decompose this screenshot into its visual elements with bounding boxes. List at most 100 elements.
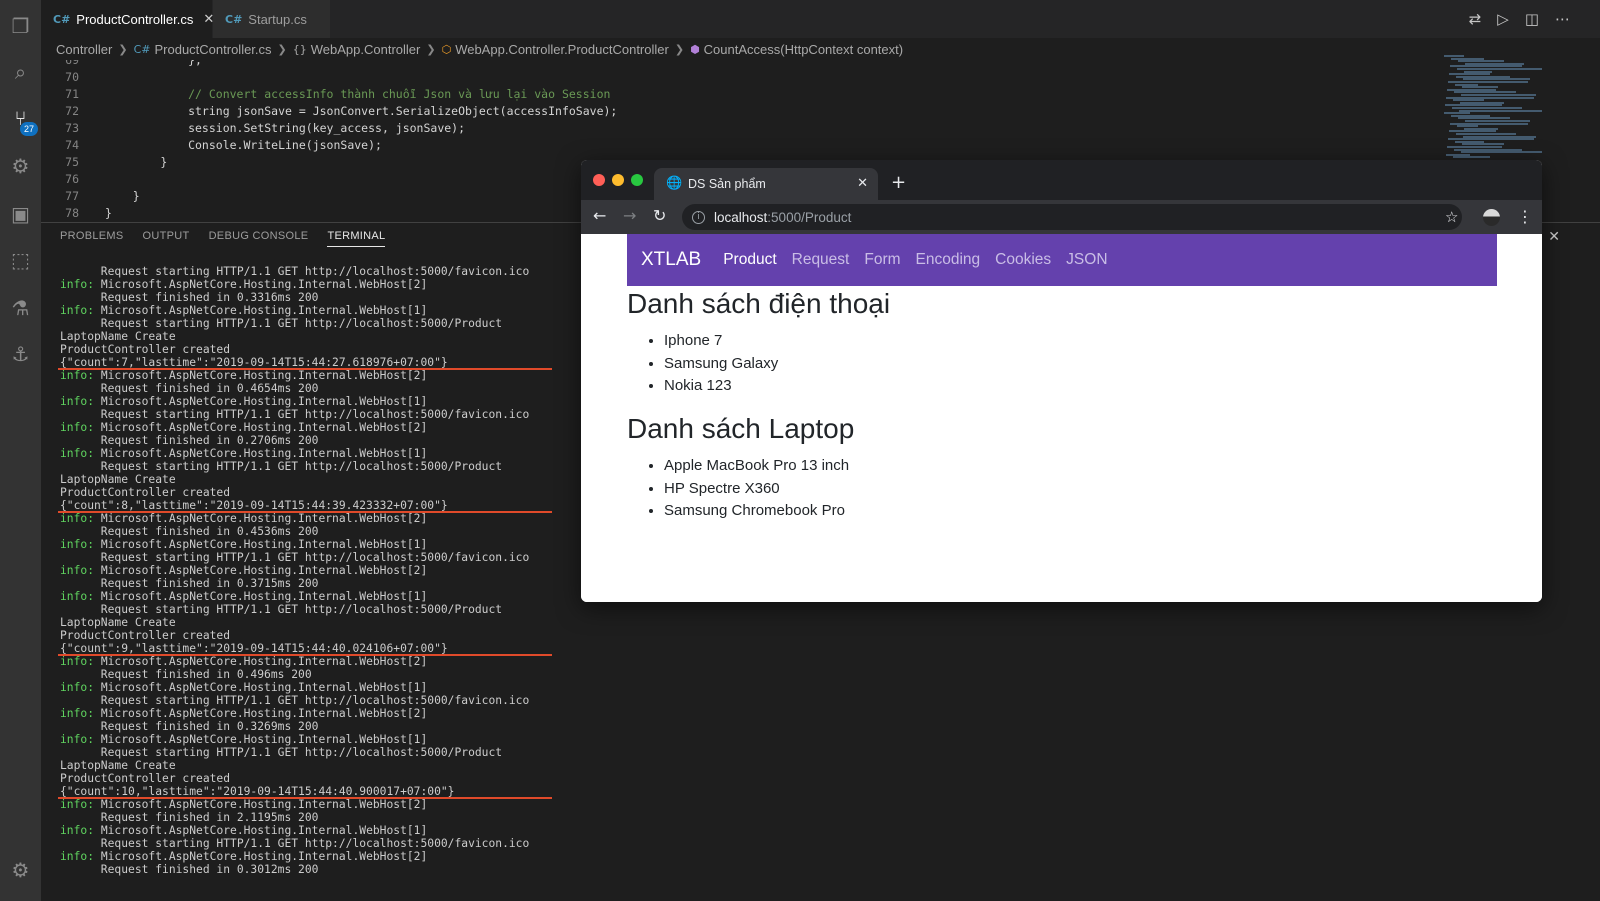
close-panel-icon[interactable]: ✕ bbox=[1548, 229, 1560, 245]
more-actions-icon[interactable]: ⋯ bbox=[1555, 10, 1570, 28]
terminal-text: Microsoft.AspNetCore.Hosting.Internal.We… bbox=[94, 655, 428, 668]
code-text: // Convert accessInfo thành chuỗi Json v… bbox=[105, 87, 611, 101]
maximize-window-button[interactable] bbox=[631, 174, 643, 186]
breadcrumb: Controller ❯ C# ProductController.cs ❯ {… bbox=[41, 38, 1441, 60]
log-level-label: info: bbox=[60, 798, 95, 811]
terminal-json-line: {"count":8,"lasttime":"2019-09-14T15:44:… bbox=[58, 499, 580, 513]
screen: ❐ ⌕ ⑂ 27 ⚙ ▣ ⬚ ⚗ ⚓ ⚙ C# ProductController… bbox=[0, 0, 1600, 901]
docker-icon[interactable]: ⚓ bbox=[0, 334, 41, 374]
tab-output[interactable]: OUTPUT bbox=[143, 230, 190, 247]
terminal-text: {"count":10,"lasttime":"2019-09-14T15:44… bbox=[60, 785, 455, 798]
settings-gear-icon[interactable]: ⚙ bbox=[0, 850, 41, 890]
log-level-label: info: bbox=[60, 395, 95, 408]
terminal-line: Request starting HTTP/1.1 GET http://loc… bbox=[60, 408, 580, 421]
method-icon: ⬢ bbox=[690, 42, 700, 56]
terminal-line: Request finished in 2.1195ms 200 bbox=[60, 811, 580, 824]
nav-link-cookies[interactable]: Cookies bbox=[995, 251, 1051, 269]
chevron-right-icon: ❯ bbox=[118, 42, 128, 56]
terminal-line: Request finished in 0.496ms 200 bbox=[60, 668, 580, 681]
minimap[interactable] bbox=[1440, 55, 1560, 165]
minimap-line bbox=[1459, 109, 1542, 112]
back-arrow-icon[interactable]: ← bbox=[593, 206, 606, 225]
terminal-text: Request finished in 0.2706ms 200 bbox=[60, 434, 319, 447]
terminal-text: Microsoft.AspNetCore.Hosting.Internal.We… bbox=[94, 681, 428, 694]
code-line: 78} bbox=[41, 205, 112, 222]
nav-link-request[interactable]: Request bbox=[792, 251, 850, 269]
browser-tab[interactable]: 🌐 DS Sản phẩm ✕ bbox=[654, 168, 878, 200]
site-brand[interactable]: XTLAB bbox=[641, 249, 701, 271]
profile-avatar[interactable] bbox=[1483, 209, 1500, 226]
terminal-line: Request starting HTTP/1.1 GET http://loc… bbox=[60, 694, 580, 707]
remote-explorer-icon[interactable]: ▣ bbox=[0, 194, 41, 234]
browser-menu-icon[interactable]: ⋮ bbox=[1517, 207, 1533, 226]
terminal-line: Request finished in 0.3715ms 200 bbox=[60, 577, 580, 590]
search-icon[interactable]: ⌕ bbox=[0, 52, 41, 92]
minimize-window-button[interactable] bbox=[612, 174, 624, 186]
laptops-heading: Danh sách Laptop bbox=[627, 413, 855, 444]
tab-terminal[interactable]: TERMINAL bbox=[327, 230, 386, 247]
new-tab-icon[interactable]: + bbox=[891, 172, 906, 193]
log-level-label: info: bbox=[60, 421, 95, 434]
terminal-text: Microsoft.AspNetCore.Hosting.Internal.We… bbox=[94, 707, 428, 720]
reload-icon[interactable]: ↻ bbox=[653, 206, 666, 225]
list-item: HP Spectre X360 bbox=[664, 478, 849, 501]
line-number: 71 bbox=[65, 87, 79, 101]
terminal-line: Request starting HTTP/1.1 GET http://loc… bbox=[60, 837, 580, 850]
terminal-json-line: {"count":7,"lasttime":"2019-09-14T15:44:… bbox=[58, 356, 580, 370]
run-icon[interactable]: ▷ bbox=[1497, 10, 1509, 28]
terminal-text: Request starting HTTP/1.1 GET http://loc… bbox=[60, 694, 530, 707]
tab-productcontroller[interactable]: C# ProductController.cs ✕ bbox=[41, 0, 214, 38]
testing-icon[interactable]: ⚗ bbox=[0, 288, 41, 328]
browser-window: 🌐 DS Sản phẩm ✕ + ← → ↻ i localhost :500… bbox=[581, 160, 1542, 602]
terminal-line: Request finished in 0.3316ms 200 bbox=[60, 291, 580, 304]
debug-icon[interactable]: ⚙ bbox=[0, 146, 41, 186]
log-level-label: info: bbox=[60, 655, 95, 668]
terminal-line: info: Microsoft.AspNetCore.Hosting.Inter… bbox=[60, 798, 580, 811]
terminal-line: info: Microsoft.AspNetCore.Hosting.Inter… bbox=[60, 421, 580, 434]
nav-link-product[interactable]: Product bbox=[723, 251, 776, 269]
tab-startup[interactable]: C# Startup.cs bbox=[213, 0, 331, 38]
terminal-line: info: Microsoft.AspNetCore.Hosting.Inter… bbox=[60, 304, 580, 317]
terminal-text: LaptopName Create bbox=[60, 330, 176, 343]
split-editor-icon[interactable]: ◫ bbox=[1525, 10, 1539, 28]
tab-problems[interactable]: PROBLEMS bbox=[60, 230, 124, 247]
extensions-icon[interactable]: ⬚ bbox=[0, 240, 41, 280]
url-host: localhost bbox=[714, 209, 768, 225]
browser-tabstrip: 🌐 DS Sản phẩm ✕ + bbox=[581, 160, 1542, 200]
source-control-icon[interactable]: ⑂ 27 bbox=[0, 98, 41, 138]
breadcrumb-item[interactable]: CountAccess(HttpContext context) bbox=[704, 42, 903, 57]
nav-link-form[interactable]: Form bbox=[864, 251, 900, 269]
breadcrumb-item[interactable]: WebApp.Controller bbox=[311, 42, 421, 57]
terminal-line: ProductController created bbox=[60, 629, 580, 642]
nav-link-encoding[interactable]: Encoding bbox=[916, 251, 981, 269]
source-control-badge: 27 bbox=[20, 122, 38, 136]
bookmark-star-icon[interactable]: ☆ bbox=[1445, 208, 1458, 226]
terminal-output[interactable]: Request starting HTTP/1.1 GET http://loc… bbox=[58, 265, 580, 876]
breadcrumb-item[interactable]: ProductController.cs bbox=[154, 42, 271, 57]
breadcrumb-item[interactable]: WebApp.Controller.ProductController bbox=[455, 42, 669, 57]
log-level-label: info: bbox=[60, 447, 95, 460]
close-tab-icon[interactable]: ✕ bbox=[857, 176, 868, 191]
terminal-text: {"count":8,"lasttime":"2019-09-14T15:44:… bbox=[60, 499, 448, 512]
terminal-text: Request starting HTTP/1.1 GET http://loc… bbox=[60, 746, 503, 759]
nav-link-json[interactable]: JSON bbox=[1066, 251, 1107, 269]
terminal-text: Request finished in 0.3715ms 200 bbox=[60, 577, 319, 590]
activity-bar: ❐ ⌕ ⑂ 27 ⚙ ▣ ⬚ ⚗ ⚓ ⚙ bbox=[0, 0, 41, 901]
explorer-icon[interactable]: ❐ bbox=[0, 6, 41, 46]
site-info-icon[interactable]: i bbox=[692, 210, 705, 224]
terminal-line: ProductController created bbox=[60, 486, 580, 499]
log-level-label: info: bbox=[60, 564, 95, 577]
breadcrumb-item[interactable]: Controller bbox=[56, 42, 112, 57]
code-text: Console.WriteLine(jsonSave); bbox=[105, 138, 382, 152]
list-item: Samsung Galaxy bbox=[664, 353, 778, 376]
terminal-line: info: Microsoft.AspNetCore.Hosting.Inter… bbox=[60, 707, 580, 720]
tab-debug-console[interactable]: DEBUG CONSOLE bbox=[209, 230, 309, 247]
code-text: } bbox=[105, 155, 168, 169]
terminal-text: ProductController created bbox=[60, 343, 231, 356]
address-bar[interactable]: i localhost :5000/Product bbox=[682, 204, 1462, 230]
forward-arrow-icon[interactable]: → bbox=[623, 206, 636, 225]
compare-changes-icon[interactable]: ⇄ bbox=[1469, 10, 1482, 28]
terminal-text: Request finished in 0.3316ms 200 bbox=[60, 291, 319, 304]
code-text: }; bbox=[105, 60, 202, 67]
close-window-button[interactable] bbox=[593, 174, 605, 186]
